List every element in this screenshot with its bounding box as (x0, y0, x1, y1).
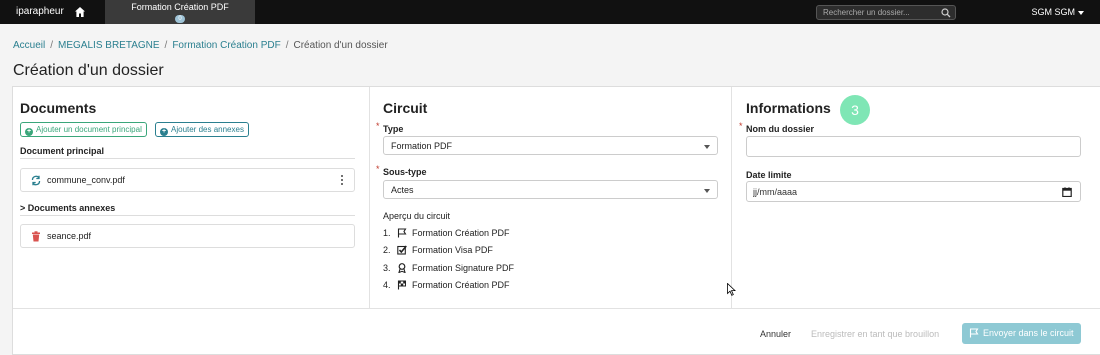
required-marker: * (376, 164, 380, 174)
deadline-label: Date limite (746, 170, 792, 180)
tab-formation-creation-pdf[interactable]: Formation Création PDF 0 (105, 0, 255, 24)
divider (20, 158, 355, 159)
add-annexes-label: Ajouter des annexes (171, 125, 244, 134)
search-icon[interactable] (941, 8, 951, 18)
circuit-step: 2. Formation Visa PDF (383, 245, 493, 255)
folder-name-input[interactable] (753, 140, 1063, 153)
check-square-icon (397, 245, 407, 255)
step-label: Formation Visa PDF (412, 245, 493, 255)
breadcrumb-desk[interactable]: Formation Création PDF (172, 40, 280, 51)
breadcrumb-organization[interactable]: MEGALIS BRETAGNE (58, 40, 160, 51)
home-icon[interactable] (74, 6, 86, 18)
send-to-circuit-button[interactable]: Envoyer dans le circuit (962, 323, 1081, 344)
add-main-document-button[interactable]: + Ajouter un document principal (20, 122, 147, 137)
required-marker: * (376, 121, 380, 131)
step-number: 2. (383, 245, 391, 255)
subtype-select[interactable]: Actes (383, 180, 718, 199)
folder-name-label: Nom du dossier (746, 124, 815, 134)
flag-icon (397, 228, 407, 238)
search-input[interactable] (823, 7, 941, 18)
plus-circle-icon: + (160, 128, 168, 136)
more-vertical-icon[interactable] (340, 174, 344, 186)
annex-document-item[interactable]: seance.pdf (20, 224, 355, 248)
documents-section: Documents + Ajouter un document principal… (13, 87, 370, 308)
annex-document-name: seance.pdf (47, 231, 92, 241)
ribbon-icon (398, 263, 406, 274)
trash-icon[interactable] (31, 231, 41, 242)
cancel-button[interactable]: Annuler (760, 329, 791, 339)
circuit-title: Circuit (383, 100, 428, 116)
documents-title: Documents (20, 100, 97, 116)
page-title: Création d'un dossier (13, 62, 164, 79)
circuit-preview-title: Aperçu du circuit (383, 211, 451, 221)
step-number: 4. (383, 280, 391, 290)
main-document-heading: Document principal (20, 146, 105, 156)
step-number: 1. (383, 228, 391, 238)
add-main-document-label: Ajouter un document principal (36, 125, 142, 134)
step-number-marker: 3 (840, 95, 870, 125)
divider (20, 215, 355, 216)
chevron-down-icon (1078, 10, 1084, 15)
type-select[interactable]: Formation PDF (383, 136, 718, 155)
breadcrumb-current: Création d'un dossier (293, 40, 388, 51)
checkered-flag-icon (397, 280, 406, 290)
user-name: SGM SGM (1031, 7, 1075, 17)
tab-count-badge: 0 (175, 15, 185, 23)
user-menu[interactable]: SGM SGM (1031, 7, 1084, 17)
app-brand[interactable]: iparapheur (16, 6, 64, 17)
plus-circle-icon: + (25, 128, 33, 136)
search-box (816, 5, 956, 20)
folder-name-field (746, 136, 1081, 157)
calendar-icon[interactable] (1062, 187, 1072, 197)
deadline-input[interactable] (753, 185, 1063, 198)
sync-icon (31, 175, 41, 186)
breadcrumb-home[interactable]: Accueil (13, 40, 45, 51)
send-to-circuit-label: Envoyer dans le circuit (983, 328, 1074, 338)
folder-creation-card: Documents + Ajouter un document principal… (12, 86, 1100, 355)
informations-title: Informations (746, 100, 831, 116)
add-annexes-button[interactable]: + Ajouter des annexes (155, 122, 249, 137)
circuit-step: 4. Formation Création PDF (383, 280, 510, 290)
form-footer: Annuler Enregistrer en tant que brouillo… (13, 308, 1100, 354)
circuit-section: Circuit * Type Formation PDF * Sous-type… (370, 87, 732, 308)
step-label: Formation Signature PDF (412, 263, 515, 273)
annex-documents-toggle[interactable]: > Documents annexes (20, 203, 115, 213)
top-navbar: iparapheur Formation Création PDF 0 SGM … (0, 0, 1100, 24)
tab-label: Formation Création PDF (131, 2, 229, 12)
subtype-select-value: Actes (391, 185, 414, 195)
circuit-step: 1. Formation Création PDF (383, 228, 510, 238)
breadcrumb: Accueil / MEGALIS BRETAGNE / Formation Créat… (13, 40, 388, 51)
main-document-item[interactable]: commune_conv.pdf (20, 168, 355, 192)
step-label: Formation Création PDF (412, 280, 510, 290)
subtype-label: Sous-type (383, 167, 427, 177)
chevron-down-icon (704, 189, 710, 193)
type-select-value: Formation PDF (391, 141, 453, 151)
circuit-step: 3. Formation Signature PDF (383, 263, 515, 274)
required-marker: * (739, 121, 743, 131)
deadline-field (746, 181, 1081, 202)
step-number: 3. (383, 263, 391, 273)
main-document-name: commune_conv.pdf (47, 175, 125, 185)
chevron-down-icon (704, 145, 710, 149)
mouse-cursor-icon (727, 283, 736, 296)
step-label: Formation Création PDF (412, 228, 510, 238)
flag-icon (969, 328, 979, 338)
type-label: Type (383, 124, 404, 134)
save-draft-button[interactable]: Enregistrer en tant que brouillon (811, 329, 939, 339)
informations-section: Informations 3 * Nom du dossier Date lim… (732, 87, 1100, 308)
